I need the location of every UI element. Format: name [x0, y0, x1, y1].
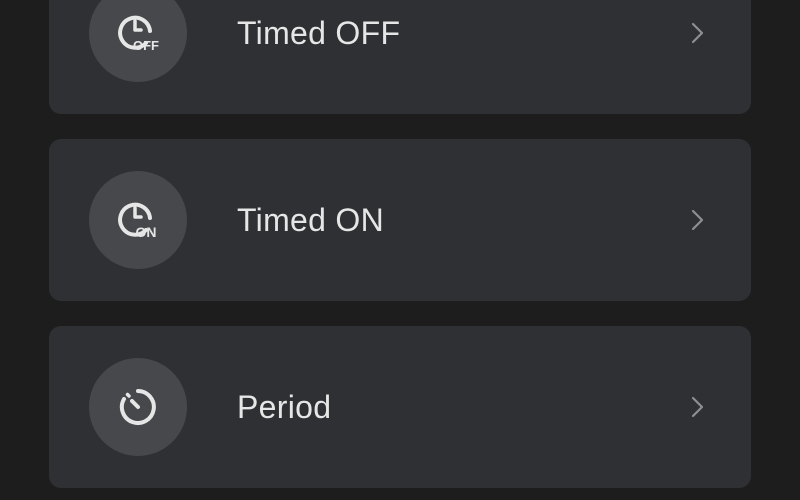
chevron-right-icon — [683, 19, 711, 47]
timer-cycle-icon — [89, 358, 187, 456]
menu-item-label: Period — [237, 389, 332, 425]
svg-text:ON: ON — [136, 224, 157, 240]
clock-off-icon: OFF — [89, 0, 187, 82]
clock-on-icon: ON — [89, 171, 187, 269]
menu-item-label: Timed OFF — [237, 15, 401, 51]
chevron-right-icon — [683, 393, 711, 421]
svg-text:OFF: OFF — [133, 38, 159, 53]
menu-item-label: Timed ON — [237, 202, 385, 238]
menu-item-period[interactable]: Period — [49, 326, 751, 488]
chevron-right-icon — [683, 206, 711, 234]
menu-item-timed-on[interactable]: ON Timed ON — [49, 139, 751, 301]
menu-item-timed-off[interactable]: OFF Timed OFF — [49, 0, 751, 114]
